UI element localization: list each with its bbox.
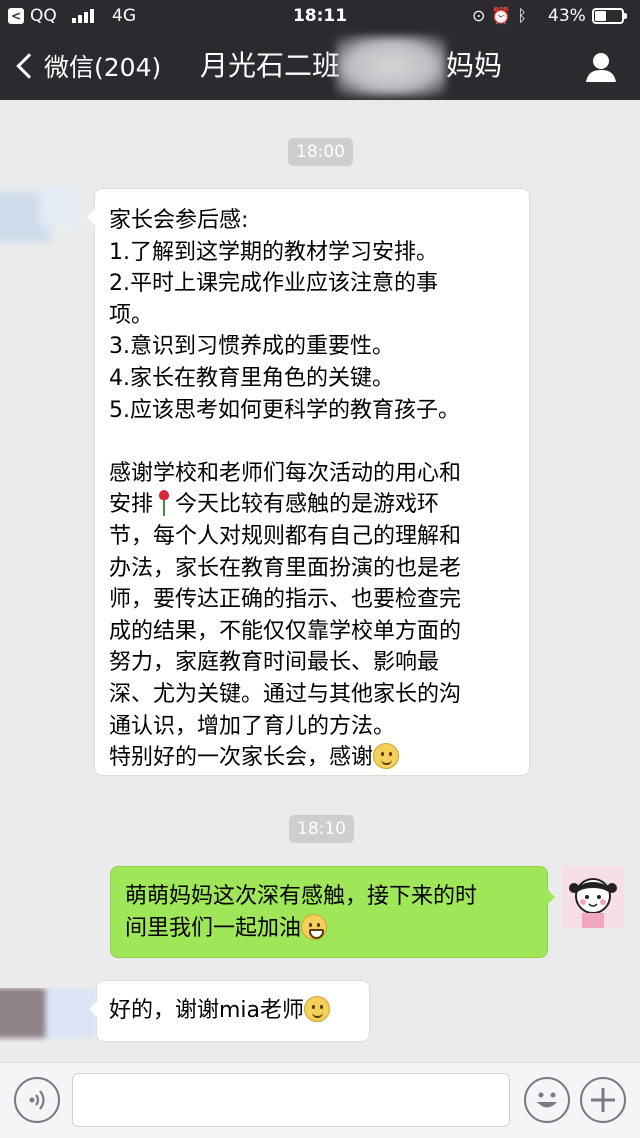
message-line: 安排 [109, 492, 154, 518]
top-bar: < QQ 4G 18:11 ⊙⏰ᛒ 43% 微信(204) 月光石二班 妈妈 [0, 0, 640, 100]
message-input[interactable] [72, 1073, 510, 1127]
smile-emoji-icon [304, 996, 331, 1022]
message-line: 成的结果，不能仅仅靠学校单方面的 [109, 618, 462, 644]
battery-icon [592, 8, 627, 24]
message-line: 2.平时上课完成作业应该注意的事 [109, 271, 438, 297]
message-line: 师，要传达正确的指示、也要检查完 [109, 587, 462, 613]
message-line: 萌萌妈妈这次深有感触，接下来的时 [125, 884, 478, 909]
sender-avatar[interactable] [0, 186, 80, 246]
my-avatar[interactable] [562, 866, 624, 928]
voice-button[interactable] [14, 1077, 60, 1123]
sender-avatar[interactable] [0, 988, 96, 1048]
battery-percent: 43% [548, 6, 586, 26]
message-line: 办法，家长在教育里面扮演的也是老 [109, 555, 462, 581]
message-line: 1.了解到这学期的教材学习安排。 [109, 239, 438, 265]
message-line: 3.意识到习惯养成的重要性。 [109, 334, 394, 360]
plus-button[interactable] [580, 1077, 626, 1123]
message-line: 特别好的一次家长会，感谢 [109, 745, 374, 771]
battery-fill [595, 11, 606, 21]
rotation-lock-icon: ⊙ [472, 6, 492, 25]
message-line: 5.应该思考如何更科学的教育孩子。 [109, 397, 460, 423]
message-line: 通认识，增加了育儿的方法。 [109, 713, 396, 739]
redacted-name-blur [336, 36, 446, 96]
message-line: 节，每个人对规则都有自己的理解和 [109, 523, 462, 549]
bluetooth-icon: ᛒ [517, 6, 533, 25]
message-line: 4.家长在教育里角色的关键。 [109, 365, 394, 391]
plus-icon [591, 1088, 615, 1112]
status-bar: < QQ 4G 18:11 ⊙⏰ᛒ 43% [0, 0, 640, 34]
message-line: 深、尤为关键。通过与其他家长的沟 [109, 681, 462, 707]
smile-emoji-icon [373, 743, 400, 770]
back-label: 微信(204) [44, 53, 162, 82]
emoji-button[interactable] [524, 1077, 570, 1123]
chevron-left-icon [16, 53, 42, 79]
input-bar [0, 1062, 640, 1138]
message-line: 家长会参后感: [109, 208, 249, 233]
person-icon[interactable] [584, 50, 618, 84]
message-line: 今天比较有感触的是游戏环 [175, 492, 440, 518]
message-line: 间里我们一起加油 [125, 915, 302, 941]
back-button[interactable]: 微信(204) [12, 46, 161, 86]
status-icons: ⊙⏰ᛒ [472, 6, 533, 25]
incoming-message-bubble[interactable]: 好的，谢谢mia老师 [89, 980, 370, 1042]
rose-emoji-icon [157, 490, 171, 517]
emoji-icon [537, 1092, 557, 1108]
status-time: 18:11 [292, 6, 348, 26]
outgoing-message-bubble[interactable]: 萌萌妈妈这次深有感触，接下来的时 间里我们一起加油 [110, 866, 555, 958]
incoming-message-bubble[interactable]: 家长会参后感: 1.了解到这学期的教材学习安排。 2.平时上课完成作业应该注意的… [87, 188, 530, 776]
message-text: 好的，谢谢mia老师 [109, 998, 305, 1023]
message-line: 项。 [109, 302, 154, 328]
voice-icon [29, 1090, 45, 1110]
chat-title-suffix: 妈妈 [446, 49, 503, 82]
message-line: 感谢学校和老师们每次活动的用心和 [109, 460, 462, 486]
grin-emoji-icon [301, 913, 328, 940]
message-line: 努力，家庭教育时间最长、影响最 [109, 650, 440, 676]
timestamp-chip: 18:00 [288, 138, 353, 166]
chat-title: 月光石二班 [200, 49, 341, 82]
timestamp-chip: 18:10 [289, 815, 354, 843]
alarm-icon: ⏰ [491, 6, 518, 25]
